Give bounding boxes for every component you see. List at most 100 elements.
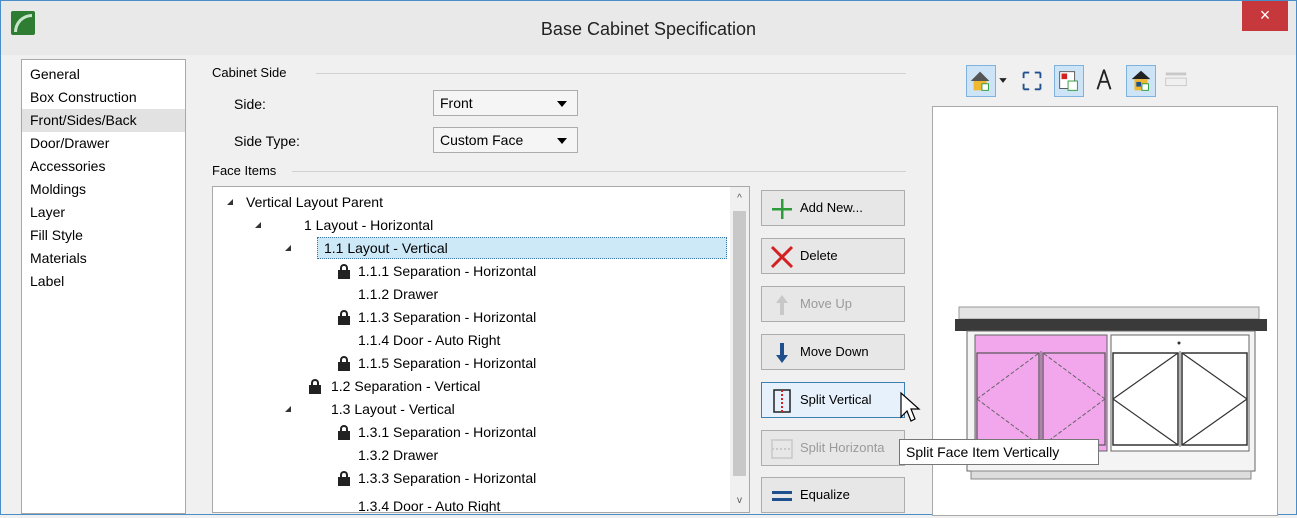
preview-toolbar (966, 65, 1266, 99)
lock-icon (309, 379, 321, 394)
face-items-heading: Face Items (212, 163, 277, 178)
split-horizontal-icon (771, 439, 793, 459)
sidebar-item-materials[interactable]: Materials (22, 247, 185, 270)
side-type-select[interactable]: Custom Face (433, 127, 578, 153)
scrollbar-thumb[interactable] (733, 211, 746, 476)
tree-item[interactable]: Vertical Layout Parent (213, 191, 728, 214)
tree-item-label: 1.1.4 Door - Auto Right (358, 332, 501, 348)
house-view-icon (970, 71, 990, 91)
fill-window-icon (1022, 71, 1042, 91)
title-bar: Base Cabinet Specification × (1, 1, 1296, 55)
add-new-label: Add New... (800, 200, 863, 215)
tree-item-label: 1.3.1 Separation - Horizontal (358, 424, 537, 440)
tree-item-label: Vertical Layout Parent (246, 194, 383, 210)
split-vertical-label: Split Vertical (800, 392, 872, 407)
equalize-button[interactable]: Equalize (761, 477, 905, 513)
swap-icon (1165, 72, 1187, 87)
lock-icon (338, 264, 350, 279)
compass-icon (1096, 69, 1112, 90)
tree-item[interactable]: 1.3.3 Separation - Horizontal (213, 467, 728, 490)
tree-item-label: 1.1.5 Separation - Horizontal (358, 355, 537, 371)
side-select-value: Front (440, 95, 473, 111)
lock-icon (338, 356, 350, 371)
close-button[interactable]: × (1242, 1, 1288, 31)
tree-item-label: 1.2 Separation - Vertical (331, 378, 481, 394)
plus-icon (772, 199, 792, 219)
dialog-window: Base Cabinet Specification × General Box… (0, 0, 1297, 516)
tree-item[interactable]: 1.3.1 Separation - Horizontal (213, 421, 728, 444)
tree-scrollbar[interactable]: ^ v (730, 187, 749, 512)
sidebar-item-fill-style[interactable]: Fill Style (22, 224, 185, 247)
tree-item-selected[interactable]: 1.1 Layout - Vertical (213, 237, 728, 260)
sidebar-item-label[interactable]: Label (22, 270, 185, 293)
tree-item[interactable]: 1.1.3 Separation - Horizontal (213, 306, 728, 329)
sidebar-item-door-drawer[interactable]: Door/Drawer (22, 132, 185, 155)
delete-label: Delete (800, 248, 838, 263)
fill-window-button[interactable] (1018, 65, 1048, 97)
sidebar-item-general[interactable]: General (22, 63, 185, 86)
scroll-down-icon[interactable]: v (730, 491, 749, 510)
swap-button[interactable] (1162, 65, 1192, 97)
scroll-up-icon[interactable]: ^ (730, 189, 749, 208)
tree-item[interactable]: 1.2 Separation - Vertical (213, 375, 728, 398)
show-materials-button[interactable] (1054, 65, 1084, 97)
tree-item-label: 1.1.2 Drawer (358, 286, 439, 302)
cabinet-side-divider (316, 73, 906, 74)
add-new-button[interactable]: Add New... (761, 190, 905, 226)
sidebar-item-box-construction[interactable]: Box Construction (22, 86, 185, 109)
sidebar-item-accessories[interactable]: Accessories (22, 155, 185, 178)
tree-item[interactable]: 1.1.2 Drawer (213, 283, 728, 306)
move-down-button[interactable]: Move Down (761, 334, 905, 370)
chevron-down-icon (999, 78, 1007, 83)
split-vertical-button[interactable]: Split Vertical (761, 382, 905, 418)
tree-item[interactable]: 1.3 Layout - Vertical (213, 398, 728, 421)
category-list: General Box Construction Front/Sides/Bac… (21, 59, 186, 514)
tree-item[interactable]: 1.1.5 Separation - Horizontal (213, 352, 728, 375)
tree-item-label: 1.3.2 Drawer (358, 447, 439, 463)
sidebar-item-moldings[interactable]: Moldings (22, 178, 185, 201)
expand-arrow-icon[interactable] (285, 406, 291, 412)
arrow-down-icon (776, 343, 788, 363)
tree-item[interactable]: 1.1.4 Door - Auto Right (213, 329, 728, 352)
window-title: Base Cabinet Specification (540, 19, 757, 39)
face-items-divider (292, 171, 906, 172)
arrow-up-icon (776, 295, 788, 315)
side-type-label: Side Type: (234, 133, 300, 149)
move-up-button[interactable]: Move Up (761, 286, 905, 322)
tree-item-label: 1.3 Layout - Vertical (331, 401, 455, 417)
tree-item[interactable]: 1.3.2 Drawer (213, 444, 728, 467)
expand-arrow-icon[interactable] (227, 199, 233, 205)
expand-arrow-icon[interactable] (255, 222, 261, 228)
split-horizontal-button[interactable]: Split Horizonta (761, 430, 905, 466)
tree-item-label: 1.3.4 Door - Auto Right (358, 498, 501, 513)
face-items-tree[interactable]: Vertical Layout Parent 1 Layout - Horizo… (212, 186, 750, 513)
delete-button[interactable]: Delete (761, 238, 905, 274)
split-vertical-icon (773, 389, 791, 413)
tooltip: Split Face Item Vertically (899, 439, 1099, 465)
show-layout-button[interactable] (1126, 65, 1156, 97)
tree-item-label: 1.1.1 Separation - Horizontal (358, 263, 537, 279)
chevron-down-icon (557, 101, 567, 107)
expand-arrow-icon[interactable] (285, 245, 291, 251)
materials-icon (1059, 71, 1078, 91)
side-type-select-value: Custom Face (440, 132, 524, 148)
tree-item[interactable]: 1.1.1 Separation - Horizontal (213, 260, 728, 283)
tree-item[interactable]: 1.3.4 Door - Auto Right (213, 495, 728, 513)
tree-item-label: 1.1 Layout - Vertical (317, 237, 727, 259)
camera-view-dropdown[interactable] (996, 65, 1010, 97)
side-label: Side: (234, 96, 266, 112)
x-icon (770, 245, 794, 269)
move-down-label: Move Down (800, 344, 869, 359)
sidebar-item-layer[interactable]: Layer (22, 201, 185, 224)
plot-lines-button[interactable] (1090, 65, 1120, 97)
camera-view-button[interactable] (966, 65, 996, 97)
tree-item-label: 1.1.3 Separation - Horizontal (358, 309, 537, 325)
tree-item[interactable]: 1 Layout - Horizontal (213, 214, 728, 237)
side-select[interactable]: Front (433, 90, 578, 116)
split-horizontal-label: Split Horizonta (800, 440, 885, 455)
lock-icon (338, 425, 350, 440)
chevron-down-icon (557, 138, 567, 144)
sidebar-item-front-sides-back[interactable]: Front/Sides/Back (22, 109, 185, 132)
tree-item-label: 1 Layout - Horizontal (304, 217, 434, 233)
mouse-cursor-icon (900, 391, 921, 422)
